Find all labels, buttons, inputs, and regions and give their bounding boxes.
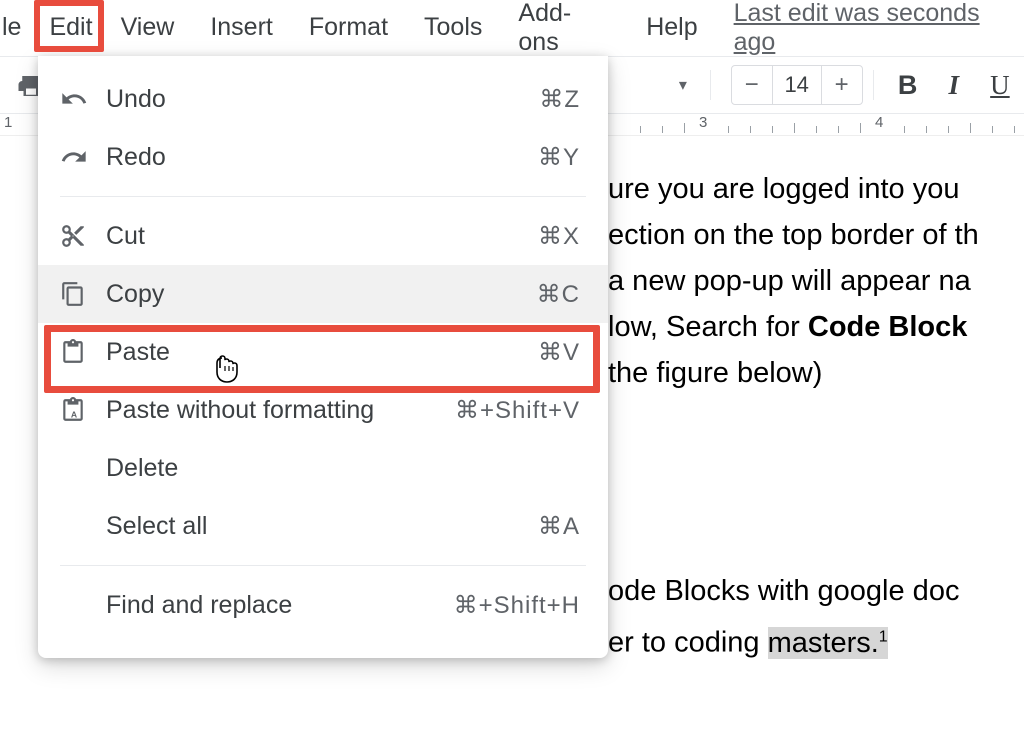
menu-help[interactable]: Help <box>632 7 711 48</box>
menu-shortcut: ⌘A <box>538 512 580 541</box>
menu-shortcut: ⌘+Shift+V <box>455 396 580 425</box>
text: a new pop-up will appear na <box>608 265 971 297</box>
ruler-number: 3 <box>699 114 707 131</box>
blank-icon <box>60 510 100 542</box>
menu-format[interactable]: Format <box>295 7 402 48</box>
footnote-ref: 1 <box>879 628 888 645</box>
font-size-increase[interactable]: + <box>822 66 862 104</box>
ruler-tick <box>728 126 729 133</box>
edit-dropdown: Undo ⌘Z Redo ⌘Y Cut ⌘X Copy ⌘C Paste ⌘V … <box>38 56 608 658</box>
menu-divider <box>60 196 586 197</box>
menu-shortcut: ⌘Z <box>539 85 580 114</box>
ruler-tick <box>970 123 971 133</box>
text: ode Blocks with google doc <box>608 575 959 607</box>
text: er to coding <box>608 627 768 659</box>
ruler-tick <box>816 126 817 133</box>
font-size-group: − + <box>731 65 863 105</box>
text: the figure below) <box>608 357 822 389</box>
font-size-input[interactable] <box>772 66 822 104</box>
ruler-tick <box>662 126 663 133</box>
blank-icon <box>60 589 100 621</box>
menu-addons[interactable]: Add-ons <box>504 0 624 63</box>
menu-insert[interactable]: Insert <box>196 7 287 48</box>
toolbar-separator <box>710 70 711 100</box>
ruler-tick <box>992 126 993 133</box>
menu-label: Paste <box>106 338 538 367</box>
menu-shortcut: ⌘+Shift+H <box>454 591 580 620</box>
dropdown-caret-icon: ▾ <box>679 75 687 95</box>
menu-cut[interactable]: Cut ⌘X <box>38 207 608 265</box>
ruler-tick <box>904 126 905 133</box>
ruler-tick <box>794 123 795 133</box>
ruler-tick <box>838 126 839 133</box>
menu-file[interactable]: le <box>0 7 35 48</box>
ruler-tick <box>860 123 861 133</box>
menu-delete[interactable]: Delete <box>38 439 608 497</box>
underline-button[interactable]: U <box>984 66 1016 104</box>
text-selected: masters.1 <box>768 627 888 659</box>
menu-copy[interactable]: Copy ⌘C <box>38 265 608 323</box>
menubar: le Edit View Insert Format Tools Add-ons… <box>0 0 1024 56</box>
menu-undo[interactable]: Undo ⌘Z <box>38 70 608 128</box>
menu-label: Find and replace <box>106 591 454 620</box>
menu-paste-no-format[interactable]: A Paste without formatting ⌘+Shift+V <box>38 381 608 439</box>
menu-label: Select all <box>106 512 538 541</box>
menu-view[interactable]: View <box>107 7 189 48</box>
menu-edit[interactable]: Edit <box>35 7 106 48</box>
svg-text:A: A <box>71 410 78 420</box>
menu-find-replace[interactable]: Find and replace ⌘+Shift+H <box>38 576 608 634</box>
ruler-number: 4 <box>875 114 883 131</box>
paragraph-2: ode Blocks with google doc er to coding … <box>608 568 1024 666</box>
bold-button[interactable]: B <box>892 66 924 104</box>
font-size-decrease[interactable]: − <box>732 66 772 104</box>
redo-icon <box>60 141 100 173</box>
menu-select-all[interactable]: Select all ⌘A <box>38 497 608 555</box>
text-bold: Code Block <box>808 311 968 343</box>
italic-button[interactable]: I <box>938 66 970 104</box>
menu-label: Redo <box>106 143 538 172</box>
toolbar-separator <box>873 70 874 100</box>
font-family-dropdown[interactable]: ▾ <box>666 67 700 103</box>
copy-icon <box>60 278 100 310</box>
menu-divider <box>60 565 586 566</box>
ruler-tick <box>1014 126 1015 133</box>
text: ection on the top border of th <box>608 219 979 251</box>
paste-icon <box>60 336 100 368</box>
menu-redo[interactable]: Redo ⌘Y <box>38 128 608 186</box>
menu-label: Undo <box>106 85 539 114</box>
ruler-tick <box>640 126 641 133</box>
menu-label: Delete <box>106 454 580 483</box>
ruler-tick <box>750 126 751 133</box>
ruler-tick <box>926 126 927 133</box>
menu-shortcut: ⌘V <box>538 338 580 367</box>
menu-label: Paste without formatting <box>106 396 455 425</box>
ruler-tick <box>948 126 949 133</box>
ruler-tick <box>684 123 685 133</box>
paste-nofmt-icon: A <box>60 394 100 426</box>
ruler-number: 1 <box>4 114 12 131</box>
menu-shortcut: ⌘C <box>537 280 580 309</box>
blank-icon <box>60 452 100 484</box>
menu-paste[interactable]: Paste ⌘V <box>38 323 608 381</box>
paragraph-1: ure you are logged into you ection on th… <box>608 166 1024 396</box>
menu-shortcut: ⌘Y <box>538 143 580 172</box>
last-edit-link[interactable]: Last edit was seconds ago <box>734 0 1024 57</box>
ruler-tick <box>772 126 773 133</box>
menu-tools[interactable]: Tools <box>410 7 496 48</box>
menu-label: Copy <box>106 280 537 309</box>
menu-label: Cut <box>106 222 538 251</box>
text: low, Search for <box>608 311 808 343</box>
cut-icon <box>60 220 100 252</box>
undo-icon <box>60 83 100 115</box>
menu-shortcut: ⌘X <box>538 222 580 251</box>
text: ure you are logged into you <box>608 173 959 205</box>
